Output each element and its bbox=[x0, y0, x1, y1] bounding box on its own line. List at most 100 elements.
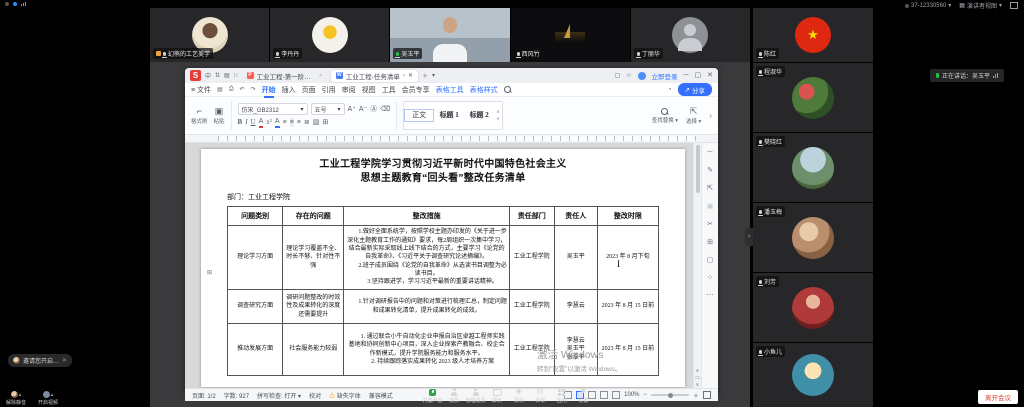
tab-reference[interactable]: 引用 bbox=[322, 85, 336, 95]
style-heading1[interactable]: 标题 1 bbox=[434, 109, 464, 123]
file-menu[interactable]: ≡ 文件 bbox=[191, 85, 211, 95]
select-button[interactable]: ⇱ 选择 ▾ bbox=[686, 106, 701, 125]
fullscreen-toggle-icon[interactable] bbox=[1010, 2, 1018, 9]
prev-page-icon[interactable]: ∧ bbox=[694, 368, 701, 374]
tab-view[interactable]: 视图 bbox=[362, 85, 376, 95]
apps-icon[interactable]: ∷ bbox=[234, 72, 238, 79]
style-down-icon[interactable]: ∨ bbox=[496, 116, 500, 122]
home-icon[interactable]: 中 bbox=[205, 71, 211, 80]
meeting-info-icon[interactable] bbox=[13, 2, 17, 6]
tab-review[interactable]: 审阅 bbox=[342, 85, 356, 95]
horizontal-ruler[interactable] bbox=[185, 135, 718, 143]
search-icon[interactable] bbox=[504, 86, 511, 93]
border-icon[interactable]: ⊞ bbox=[322, 118, 328, 127]
save-icon[interactable]: ▤ bbox=[224, 72, 230, 79]
paste-button[interactable]: ▣ 粘贴 bbox=[214, 99, 225, 132]
participant-tile[interactable]: 丁丽华 bbox=[631, 8, 750, 62]
participant-tile[interactable]: ★ 陈红 bbox=[753, 8, 873, 62]
close-icon[interactable]: ✕ bbox=[62, 357, 67, 364]
scrollbar-thumb[interactable] bbox=[696, 145, 700, 193]
word-count[interactable]: 字数: 927 bbox=[224, 391, 249, 400]
audio-button[interactable]: 内置声音 bbox=[422, 388, 443, 404]
minimize-icon[interactable]: ─ bbox=[684, 72, 689, 79]
undo-icon[interactable]: ↶ bbox=[240, 86, 245, 93]
doc-tab-inactive[interactable]: P 工业工程-第一阶段） ▫ bbox=[242, 70, 327, 82]
italic-icon[interactable]: I bbox=[245, 118, 247, 127]
superscript-icon[interactable]: x² bbox=[266, 118, 272, 127]
maximize-icon[interactable]: ▢ bbox=[695, 72, 702, 79]
tab-table-style[interactable]: 表格样式 bbox=[470, 85, 498, 95]
print-quick-icon[interactable]: ⎙ bbox=[229, 86, 234, 93]
tab-insert[interactable]: 插入 bbox=[282, 85, 296, 95]
account-avatar[interactable] bbox=[638, 72, 646, 80]
decrease-font-icon[interactable]: A⁻ bbox=[359, 105, 367, 114]
edit-pen-icon[interactable]: ✎ bbox=[707, 166, 713, 174]
redo-icon[interactable]: ↷ bbox=[251, 86, 256, 93]
sync-icon[interactable]: ⇅ bbox=[215, 72, 220, 79]
tab-tools[interactable]: 工具 bbox=[382, 85, 396, 95]
table-select-handle-icon[interactable]: ⊞ bbox=[207, 269, 212, 276]
transcribe-button[interactable]: ▤转录 bbox=[530, 388, 551, 404]
meeting-number[interactable]: 37-12330560 ▾ bbox=[905, 2, 951, 9]
save-quick-icon[interactable]: ▤ bbox=[217, 86, 223, 93]
align-left-icon[interactable]: ≡ bbox=[283, 118, 287, 127]
next-page-icon[interactable]: ∨ bbox=[694, 382, 701, 388]
zoom-level[interactable]: 100% bbox=[624, 392, 639, 398]
participant-tile[interactable]: 西风竹 bbox=[511, 8, 630, 62]
align-right-icon[interactable]: ≡ bbox=[297, 118, 301, 127]
fullread-icon[interactable] bbox=[612, 391, 620, 399]
underline-icon[interactable]: U bbox=[251, 118, 256, 127]
participant-tile[interactable]: 李丹丹 bbox=[270, 8, 389, 62]
wps-logo[interactable]: S bbox=[190, 70, 201, 81]
doc-tab-active[interactable]: W 工业工程-任务清单 ▫ ✕ bbox=[331, 70, 418, 82]
text-effect-icon[interactable]: Ⓐ bbox=[370, 105, 377, 114]
more-icon[interactable]: ⋯ bbox=[707, 291, 714, 299]
camera-button[interactable]: ▴ 开启视频 bbox=[38, 391, 58, 406]
font-name-select[interactable]: 仿宋_GB2312▾ bbox=[238, 103, 308, 115]
align-center-icon[interactable]: ≡ bbox=[290, 118, 294, 127]
document-canvas[interactable]: 工业工程学院学习贯彻习近平新时代中国特色社会主义 思想主题教育“回头看”整改任务… bbox=[185, 143, 693, 388]
shading-icon[interactable]: ▧ bbox=[313, 118, 320, 127]
view-mode-selector[interactable]: ▦ 演讲者视图 ▾ bbox=[959, 1, 1002, 10]
participant-tile[interactable]: 幻熊的工艺美学 bbox=[150, 8, 269, 62]
share-button[interactable]: ↗分享 bbox=[678, 83, 712, 96]
tab-page[interactable]: 页面 bbox=[302, 85, 316, 95]
spellcheck-status[interactable]: 拼写检查: 打开 ▾ bbox=[257, 391, 301, 400]
highlight-icon[interactable]: A bbox=[275, 117, 280, 128]
zoom-slider[interactable] bbox=[651, 394, 689, 396]
format-painter-button[interactable]: ⌐ 格式刷 bbox=[191, 99, 208, 132]
frame-icon[interactable]: ⊞ bbox=[707, 238, 713, 246]
close-icon[interactable]: ✕ bbox=[707, 72, 713, 79]
snippet-icon[interactable]: ✂ bbox=[707, 220, 713, 228]
unmute-button[interactable]: ▴ 解除静音 bbox=[6, 391, 26, 406]
web-view-icon[interactable] bbox=[600, 391, 608, 399]
missing-font-warning[interactable]: ⚠ 缺失字体 bbox=[329, 391, 361, 400]
tab-table-tools[interactable]: 表格工具 bbox=[436, 85, 464, 95]
stamp-icon[interactable]: ▣ bbox=[707, 202, 714, 210]
leave-meeting-button[interactable]: 离开会议 bbox=[978, 390, 1018, 404]
invite-toast[interactable]: 邀请您开启… ✕ bbox=[8, 354, 72, 367]
participant-tile[interactable]: 樊晓红 bbox=[753, 133, 873, 202]
increase-font-icon[interactable]: A⁺ bbox=[348, 105, 356, 114]
sidebar-collapse-handle[interactable]: › bbox=[745, 228, 753, 246]
vertical-scrollbar[interactable]: ∧ ▭ ∨ bbox=[693, 143, 701, 388]
chat-button[interactable]: 聊天 bbox=[487, 388, 508, 404]
line-spacing-icon[interactable]: ≣ bbox=[304, 118, 310, 127]
manage-members-button[interactable]: 管理成员 bbox=[465, 388, 486, 404]
zoom-in-icon[interactable]: ＋ bbox=[693, 391, 699, 400]
tab-member[interactable]: 会员专享 bbox=[402, 85, 430, 95]
tab-home[interactable]: 开始 bbox=[262, 85, 276, 95]
find-replace-button[interactable]: 查找替换 ▾ bbox=[652, 108, 678, 124]
participant-tile[interactable]: 刘芳 bbox=[753, 273, 873, 342]
participant-tile[interactable]: 程淑华 bbox=[753, 63, 873, 132]
tab-list-icon[interactable]: ▾ bbox=[432, 72, 435, 79]
participant-tile[interactable]: 小鱼儿 bbox=[753, 343, 873, 407]
participant-tile[interactable]: 潘玉梅 bbox=[753, 203, 873, 272]
record-button[interactable]: ◉录制 bbox=[508, 388, 529, 404]
star-icon[interactable]: ☆ bbox=[626, 72, 631, 79]
collapse-icon[interactable]: ─ bbox=[708, 149, 713, 156]
font-color-icon[interactable]: A bbox=[259, 117, 264, 128]
fit-page-icon[interactable] bbox=[703, 391, 711, 399]
login-button[interactable]: 立即登录 bbox=[652, 71, 678, 81]
font-size-select[interactable]: 五号▾ bbox=[311, 103, 345, 115]
